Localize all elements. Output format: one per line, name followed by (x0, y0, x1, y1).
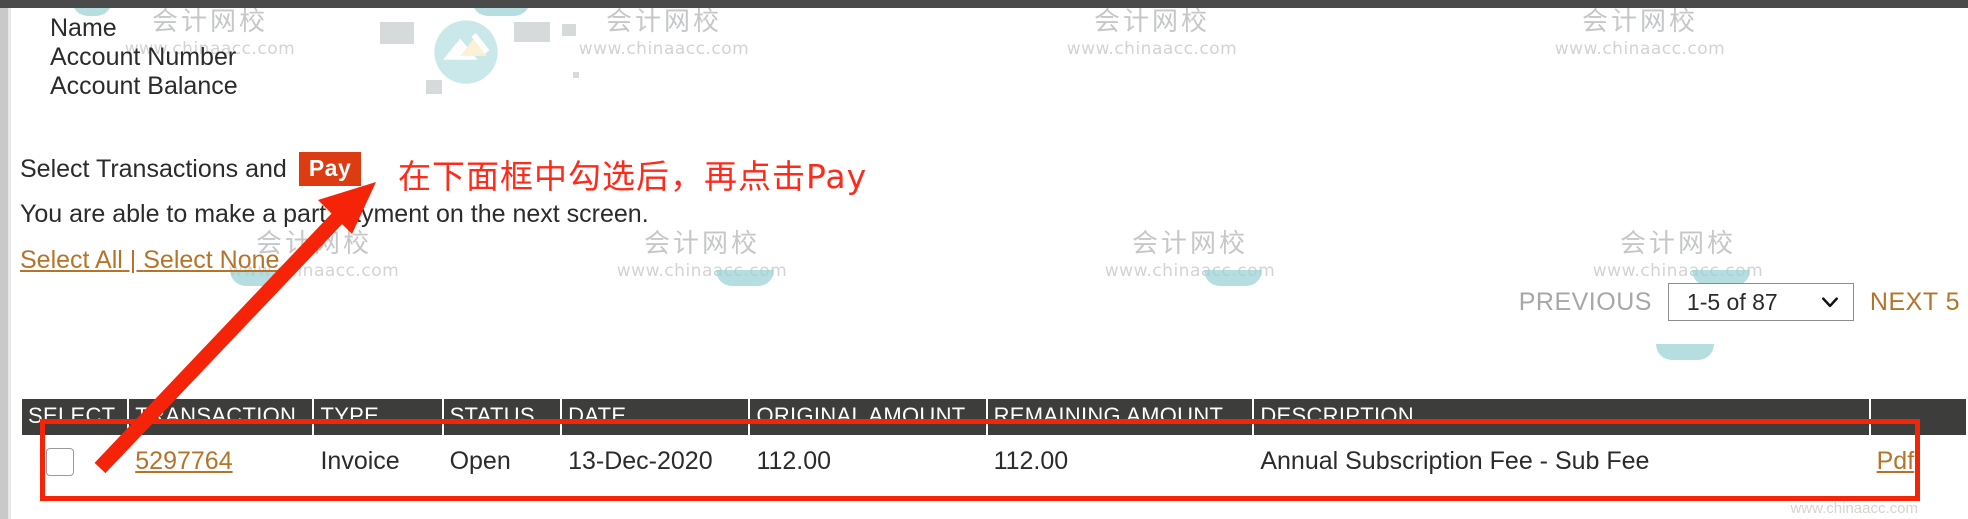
select-none-link[interactable]: Select None (143, 246, 279, 274)
previous-page-button[interactable]: PREVIOUS (1519, 288, 1652, 317)
select-transactions-row: Select Transactions and Pay (20, 152, 362, 186)
window-top-bar (0, 0, 1968, 8)
chevron-down-icon (1821, 297, 1838, 308)
pay-button[interactable]: Pay (298, 152, 362, 186)
next-page-button[interactable]: NEXT 5 (1870, 288, 1960, 317)
links-separator: | (122, 246, 144, 274)
select-transactions-label: Select Transactions and (20, 154, 287, 183)
pagination-controls: PREVIOUS 1-5 of 87 NEXT 5 (1519, 283, 1960, 321)
watermark-square (380, 22, 414, 44)
chinaacc-logo-watermark-icon (434, 20, 498, 84)
watermark-text: 会计网校 www.chinaacc.com (1554, 7, 1726, 59)
chinese-annotation-text: 在下面框中勾选后，再点击Pay (398, 157, 868, 196)
watermark-text: 会计网校 www.chinaacc.com (578, 7, 750, 59)
page-range-value: 1-5 of 87 (1686, 288, 1778, 315)
watermark-text: 会计网校 www.chinaacc.com (616, 229, 788, 281)
account-info-block: Name Account Number Account Balance (50, 14, 238, 101)
select-all-none-links: Select All | Select None (20, 246, 279, 275)
select-all-link[interactable]: Select All (20, 246, 123, 274)
watermark-swoosh (716, 270, 774, 286)
watermark-swoosh (1204, 270, 1262, 286)
window-left-rail-inner (8, 8, 11, 519)
window-left-rail (0, 8, 8, 519)
account-number-label: Account Number (50, 43, 237, 71)
annotation-red-rectangle (40, 419, 1920, 501)
watermark-square (562, 24, 576, 36)
watermark-swoosh (1656, 344, 1714, 360)
watermark-square (573, 72, 579, 78)
watermark-footer-text: www.chinaacc.com (1790, 500, 1918, 517)
account-name-label: Name (50, 14, 117, 42)
transaction-payment-screen: 会计网校 www.chinaacc.com 会计网校 www.chinaacc.… (0, 0, 1968, 519)
watermark-text: 会计网校 www.chinaacc.com (1104, 229, 1276, 281)
watermark-text: 会计网校 www.chinaacc.com (1592, 229, 1764, 281)
page-range-select[interactable]: 1-5 of 87 (1667, 283, 1854, 321)
watermark-square (426, 80, 442, 94)
part-payment-note: You are able to make a part payment on t… (20, 200, 649, 228)
account-balance-label: Account Balance (50, 72, 238, 100)
watermark-text: 会计网校 www.chinaacc.com (1066, 7, 1238, 59)
watermark-square (514, 22, 550, 42)
